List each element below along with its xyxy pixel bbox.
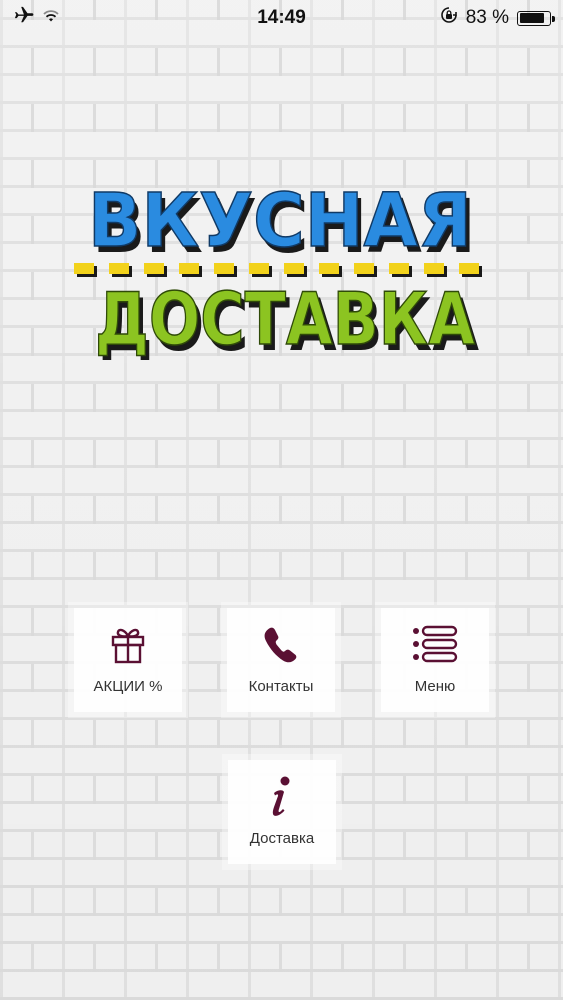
logo-dash xyxy=(284,263,304,274)
logo-dash xyxy=(424,263,444,274)
brand-logo: ВКУСНАЯ ВКУСНАЯ ДОСТАВКА ДОСТАВКА xyxy=(74,180,482,360)
wifi-icon xyxy=(42,7,60,29)
list-icon xyxy=(411,622,459,668)
status-right: 83 % xyxy=(440,6,555,30)
info-icon xyxy=(268,774,296,820)
app-screen: 14:49 83 % ВКУСНАЯ ВКУСНАЯ ДОСТАВКА ДОСТ… xyxy=(0,0,563,1000)
logo-dash xyxy=(249,263,269,274)
status-bar: 14:49 83 % xyxy=(0,0,563,36)
logo-dash xyxy=(319,263,339,274)
contacts-label: Контакты xyxy=(248,678,314,695)
logo-dash xyxy=(389,263,409,274)
status-left xyxy=(12,6,60,30)
logo-dash xyxy=(144,263,164,274)
battery-fill xyxy=(519,13,544,23)
delivery-info-button[interactable]: Доставка xyxy=(228,760,336,864)
menu-label: Меню xyxy=(414,678,456,695)
battery-icon xyxy=(517,10,555,26)
airplane-icon xyxy=(12,6,34,30)
phone-icon xyxy=(262,622,300,668)
battery-percent: 83 % xyxy=(465,7,509,28)
gift-icon xyxy=(110,622,146,668)
promo-label: АКЦИИ % xyxy=(93,678,163,695)
rotation-lock-icon xyxy=(440,6,458,30)
logo-dash xyxy=(354,263,374,274)
logo-line2: ДОСТАВКА xyxy=(95,277,475,360)
logo-dash xyxy=(109,263,129,274)
logo-line1: ВКУСНАЯ xyxy=(88,180,472,264)
logo-dash xyxy=(459,263,479,274)
logo-dash xyxy=(74,263,94,274)
promo-button[interactable]: АКЦИИ % xyxy=(74,608,182,712)
delivery-label: Доставка xyxy=(249,830,315,847)
logo-dash xyxy=(179,263,199,274)
logo-dash xyxy=(214,263,234,274)
contacts-button[interactable]: Контакты xyxy=(227,608,335,712)
menu-button[interactable]: Меню xyxy=(381,608,489,712)
